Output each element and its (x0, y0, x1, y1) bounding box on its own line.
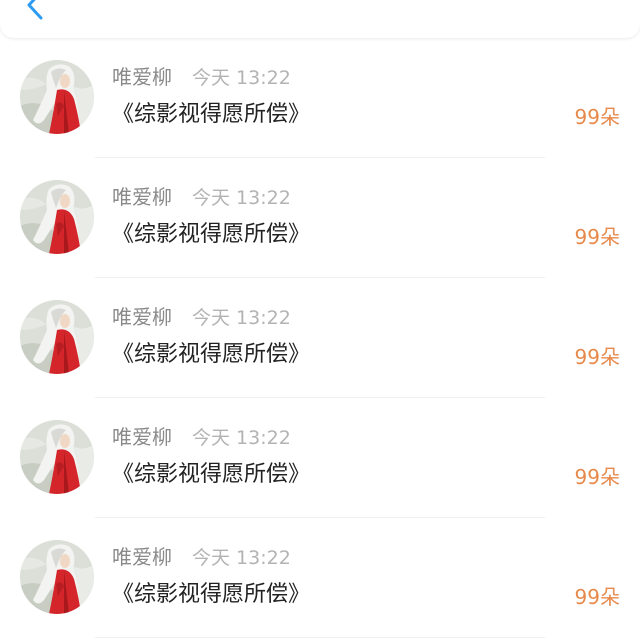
book-title: 《综影视得愿所偿》 (112, 222, 311, 247)
avatar[interactable] (20, 540, 94, 614)
gift-count: 99朵 (574, 225, 620, 249)
user-avatar-icon (20, 420, 94, 494)
book-title: 《综影视得愿所偿》 (112, 102, 311, 127)
timestamp: 今天 13:22 (192, 187, 291, 209)
timestamp: 今天 13:22 (192, 547, 291, 569)
list-item[interactable]: 唯爱柳 今天 13:22 《综影视得愿所偿》 99朵 (0, 278, 640, 398)
top-bar (0, 0, 640, 38)
avatar[interactable] (20, 300, 94, 374)
book-title: 《综影视得愿所偿》 (112, 342, 311, 367)
gift-count: 99朵 (574, 345, 620, 369)
user-avatar-icon (20, 300, 94, 374)
avatar[interactable] (20, 60, 94, 134)
chevron-left-icon (27, 0, 43, 20)
list-item[interactable]: 唯爱柳 今天 13:22 《综影视得愿所偿》 99朵 (0, 518, 640, 638)
avatar[interactable] (20, 180, 94, 254)
divider (95, 637, 545, 638)
gift-count: 99朵 (574, 105, 620, 129)
timestamp: 今天 13:22 (192, 307, 291, 329)
timestamp: 今天 13:22 (192, 427, 291, 449)
timestamp: 今天 13:22 (192, 67, 291, 89)
user-avatar-icon (20, 540, 94, 614)
username: 唯爱柳 (112, 545, 172, 569)
list-item[interactable]: 唯爱柳 今天 13:22 《综影视得愿所偿》 99朵 (0, 398, 640, 518)
gift-count: 99朵 (574, 465, 620, 489)
book-title: 《综影视得愿所偿》 (112, 582, 311, 607)
username: 唯爱柳 (112, 185, 172, 209)
gift-count: 99朵 (574, 585, 620, 609)
user-avatar-icon (20, 60, 94, 134)
list-item[interactable]: 唯爱柳 今天 13:22 《综影视得愿所偿》 99朵 (0, 38, 640, 158)
avatar[interactable] (20, 420, 94, 494)
username: 唯爱柳 (112, 65, 172, 89)
gift-record-list: 唯爱柳 今天 13:22 《综影视得愿所偿》 99朵 唯爱柳 今天 13:22 … (0, 38, 640, 640)
book-title: 《综影视得愿所偿》 (112, 462, 311, 487)
user-avatar-icon (20, 180, 94, 254)
back-button[interactable] (18, 0, 52, 24)
username: 唯爱柳 (112, 305, 172, 329)
username: 唯爱柳 (112, 425, 172, 449)
list-item[interactable]: 唯爱柳 今天 13:22 《综影视得愿所偿》 99朵 (0, 158, 640, 278)
